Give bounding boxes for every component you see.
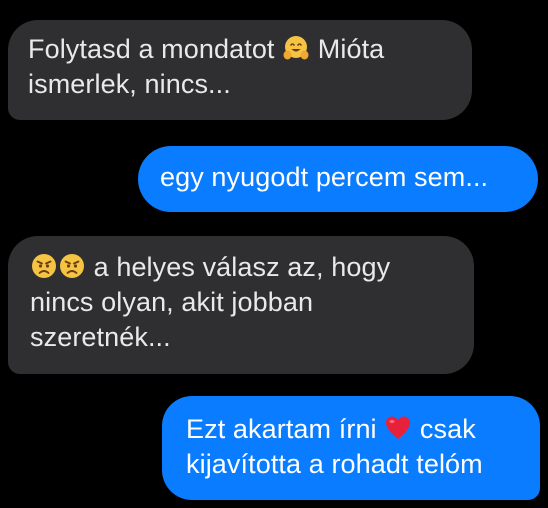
message-text: nincs olyan, akit jobban [30, 287, 314, 317]
message-text: Mióta [317, 34, 385, 64]
message-text: ismerlek, nincs... [28, 69, 231, 99]
message-text: kijavította a rohadt telóm [186, 449, 483, 479]
message-text: csak [419, 414, 476, 444]
sent-message-bubble[interactable]: Ezt akartam írni csak kijavította a roha… [162, 396, 540, 500]
pouting-face-icon [30, 252, 58, 280]
red-heart-icon [384, 414, 412, 442]
message-text: Ezt akartam írni [186, 414, 377, 444]
message-text: szeretnék... [30, 322, 171, 352]
pouting-face-icon [58, 252, 86, 280]
received-message-bubble[interactable]: a helyes válasz az, hogy nincs olyan, ak… [8, 236, 474, 374]
chat-conversation: Folytasd a mondatot Mióta ismerlek, ninc… [0, 0, 548, 508]
received-message-bubble[interactable]: Folytasd a mondatot Mióta ismerlek, ninc… [8, 20, 472, 120]
sent-message-bubble[interactable]: egy nyugodt percem sem... [138, 146, 538, 212]
hugging-face-icon [282, 34, 310, 62]
message-text: a helyes válasz az, hogy [93, 252, 391, 282]
message-text: Folytasd a mondatot [28, 34, 275, 64]
message-text: egy nyugodt percem sem... [160, 162, 489, 192]
